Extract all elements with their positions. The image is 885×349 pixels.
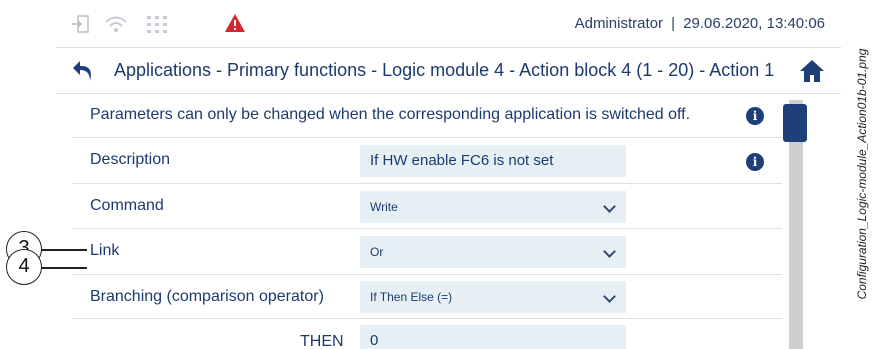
callout-4-leader bbox=[40, 267, 87, 269]
info-icon[interactable]: i bbox=[746, 107, 764, 125]
callout-3-leader bbox=[40, 249, 87, 251]
description-field[interactable]: If HW enable FC6 is not set bbox=[360, 145, 626, 177]
branching-select[interactable]: If Then Else (=) bbox=[360, 281, 626, 313]
separator: | bbox=[671, 15, 676, 32]
user-name: Administrator bbox=[574, 15, 663, 32]
login-icon[interactable] bbox=[70, 14, 90, 39]
warning-icon[interactable] bbox=[224, 13, 246, 38]
breadcrumb: Applications - Primary functions - Logic… bbox=[114, 60, 775, 80]
row-description: Description If HW enable FC6 is not set … bbox=[72, 138, 782, 184]
image-caption: Configuration_Logic-module_Action01b-01.… bbox=[855, 48, 869, 300]
row-branching: Branching (comparison operator) If Then … bbox=[72, 275, 782, 319]
link-select[interactable]: Or bbox=[360, 236, 626, 268]
info-icon[interactable]: i bbox=[746, 153, 764, 171]
row-then: THEN 0 bbox=[72, 319, 782, 349]
branching-value: If Then Else (=) bbox=[370, 290, 453, 304]
chevron-down-icon bbox=[603, 290, 616, 303]
row-link: Link Or bbox=[72, 229, 782, 275]
branching-label: Branching (comparison operator) bbox=[90, 288, 324, 305]
status-bar: Administrator | 29.06.2020, 13:40:06 bbox=[56, 0, 841, 48]
back-icon[interactable] bbox=[70, 58, 96, 84]
app-window: Administrator | 29.06.2020, 13:40:06 App… bbox=[56, 0, 841, 349]
row-command: Command Write bbox=[72, 184, 782, 229]
scrollbar-thumb[interactable] bbox=[783, 104, 807, 142]
command-label: Command bbox=[90, 197, 164, 214]
breadcrumb-bar: Applications - Primary functions - Logic… bbox=[56, 48, 841, 94]
link-label: Link bbox=[90, 242, 120, 259]
parameter-panel: Parameters can only be changed when the … bbox=[72, 94, 798, 349]
notice-text: Parameters can only be changed when the … bbox=[90, 106, 691, 123]
then-field[interactable]: 0 bbox=[360, 325, 626, 349]
wifi-icon[interactable] bbox=[104, 14, 128, 39]
chevron-down-icon bbox=[603, 245, 616, 258]
description-label: Description bbox=[90, 151, 171, 168]
home-icon[interactable] bbox=[799, 58, 825, 84]
command-value: Write bbox=[370, 200, 398, 214]
chevron-down-icon bbox=[603, 200, 616, 213]
callout-4: 4 bbox=[6, 249, 42, 285]
datetime: 29.06.2020, 13:40:06 bbox=[683, 15, 825, 32]
grid-icon[interactable] bbox=[146, 14, 168, 39]
command-select[interactable]: Write bbox=[360, 191, 626, 223]
link-value: Or bbox=[370, 245, 384, 259]
then-label: THEN bbox=[300, 333, 344, 349]
notice-row: Parameters can only be changed when the … bbox=[72, 94, 782, 138]
user-datetime: Administrator | 29.06.2020, 13:40:06 bbox=[575, 15, 825, 32]
